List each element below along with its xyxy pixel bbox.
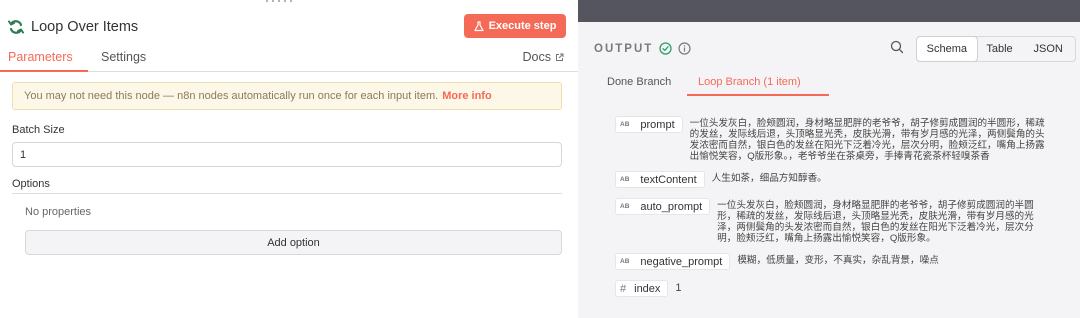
value-line: 形，稀疏的发丝，发际线后退，头顶略显光秃，皮肤光滑，带有岁月感的光: [717, 211, 1034, 222]
string-type-icon: AB: [620, 258, 630, 265]
external-link-icon: [556, 53, 564, 61]
view-table-button[interactable]: Table: [978, 37, 1022, 61]
field-key-pill[interactable]: AB prompt: [615, 116, 683, 133]
schema-field-index: # index 1: [615, 280, 682, 297]
active-tab-indicator: [0, 70, 88, 72]
node-title[interactable]: Loop Over Items: [31, 19, 138, 35]
field-value: 模糊，低质量，变形，不真实，杂乱背景，噪点: [737, 255, 938, 270]
canvas-backdrop: [578, 0, 1080, 22]
field-key-pill[interactable]: AB negative_prompt: [615, 253, 731, 270]
field-value: 一位头发灰白，脸颊圆润，身材略显肥胖的老爷爷，胡子修剪成圆润的半圆 形，稀疏的发…: [717, 200, 1034, 244]
string-type-icon: AB: [620, 203, 630, 210]
value-line: 一位头发灰白，脸颊圆润，身材略显肥胖的老爷爷，胡子修剪成圆润的半圆: [717, 200, 1034, 211]
options-label: Options: [12, 178, 50, 190]
value-line: 出愉悦笑容，Q版形象。，老爷爷坐在茶桌旁，手捧青花瓷茶杯轻嗅茶香: [689, 151, 990, 162]
batch-size-label: Batch Size: [12, 124, 65, 136]
value-line: 发浓密而自然，银白色的发丝在阳光下泛着冷光，层次分明，脸颊泛红，嘴角上扬露: [689, 140, 1045, 151]
output-header: OUTPUT: [594, 42, 691, 55]
tab-settings[interactable]: Settings: [101, 50, 146, 64]
node-parameters-panel: Loop Over Items Execute step Parameters …: [0, 0, 578, 318]
string-type-icon: AB: [620, 121, 630, 128]
field-key-pill[interactable]: # index: [615, 280, 669, 297]
options-divider: [12, 193, 562, 194]
value-line: 模糊，低质量，变形，不真实，杂乱背景，噪点: [737, 255, 939, 266]
flask-icon: [473, 20, 484, 31]
schema-field-textcontent: AB textContent 人生如茶，细品方知醇香。: [615, 171, 827, 188]
docs-link[interactable]: Docs: [523, 50, 564, 64]
field-key-pill[interactable]: AB textContent: [615, 171, 705, 188]
field-key: textContent: [640, 173, 697, 186]
view-schema-button[interactable]: Schema: [916, 36, 978, 62]
view-json-button[interactable]: JSON: [1021, 37, 1075, 61]
value-line: 明，脸颊泛红，嘴角上扬露出愉悦笑容，Q版形象。: [717, 233, 936, 244]
value-line: 人生如茶，细品方知醇香。: [711, 173, 827, 184]
execute-step-label: Execute step: [488, 20, 557, 32]
field-value: 1: [675, 282, 682, 294]
success-check-icon: [659, 42, 672, 55]
search-icon[interactable]: [890, 40, 904, 54]
notice-text: You may not need this node — n8n nodes a…: [24, 90, 439, 102]
output-title: OUTPUT: [594, 42, 654, 55]
parameter-tabs: Parameters Settings Docs: [0, 48, 578, 72]
loop-icon: [8, 19, 24, 35]
value-line: 泽，两侧鬓角的头发浓密而自然，银白色的发丝在阳光下泛着冷光，层次分: [717, 222, 1034, 233]
field-key: negative_prompt: [640, 255, 723, 268]
info-icon[interactable]: [678, 42, 691, 55]
tab-parameters[interactable]: Parameters: [8, 50, 73, 64]
field-key-pill[interactable]: AB auto_prompt: [615, 198, 711, 215]
field-value: 人生如茶，细品方知醇香。: [712, 173, 827, 188]
add-option-label: Add option: [267, 236, 320, 249]
field-key: auto_prompt: [640, 200, 703, 213]
field-key: prompt: [640, 118, 675, 131]
node-header: Loop Over Items Execute step: [8, 14, 566, 40]
tab-done-branch[interactable]: Done Branch: [607, 76, 671, 88]
string-type-icon: AB: [620, 176, 630, 183]
batch-size-input[interactable]: 1: [12, 142, 562, 167]
number-type-icon: #: [620, 282, 627, 295]
schema-field-auto-prompt: AB auto_prompt 一位头发灰白，脸颊圆润，身材略显肥胖的老爷爷，胡子…: [615, 198, 1034, 244]
panel-drag-handle[interactable]: [259, 0, 299, 4]
add-option-button[interactable]: Add option: [25, 230, 562, 255]
branch-tabs: Done Branch Loop Branch (1 item): [594, 72, 1080, 96]
batch-size-value: 1: [20, 148, 27, 161]
docs-label: Docs: [522, 50, 551, 64]
field-key: index: [634, 282, 661, 295]
info-notice: You may not need this node — n8n nodes a…: [12, 82, 562, 110]
schema-field-prompt: AB prompt 一位头发灰白，脸颊圆润，身材略显肥胖的老爷爷，胡子修剪成圆润…: [615, 116, 1045, 162]
more-info-link[interactable]: More info: [442, 90, 492, 102]
tab-loop-branch[interactable]: Loop Branch (1 item): [698, 76, 801, 88]
no-properties-text: No properties: [25, 206, 92, 218]
active-branch-indicator: [687, 94, 829, 96]
schema-field-negative-prompt: AB negative_prompt 模糊，低质量，变形，不真实，杂乱背景，噪点: [615, 253, 939, 270]
output-panel: OUTPUT Schema Table JSON Done Branch Loo…: [578, 22, 1080, 318]
output-view-switcher: Schema Table JSON: [916, 36, 1076, 62]
value-line: 一位头发灰白，脸颊圆润，身材略显肥胖的老爷爷，胡子修剪成圆润的半圆形，稀疏: [689, 118, 1045, 129]
execute-step-button[interactable]: Execute step: [464, 14, 566, 38]
value-line: 的发丝，发际线后退，头顶略显光秃，皮肤光滑，带有岁月感的光泽，两侧鬓角的头: [689, 129, 1045, 140]
field-value: 一位头发灰白，脸颊圆润，身材略显肥胖的老爷爷，胡子修剪成圆润的半圆形，稀疏 的发…: [690, 118, 1045, 162]
